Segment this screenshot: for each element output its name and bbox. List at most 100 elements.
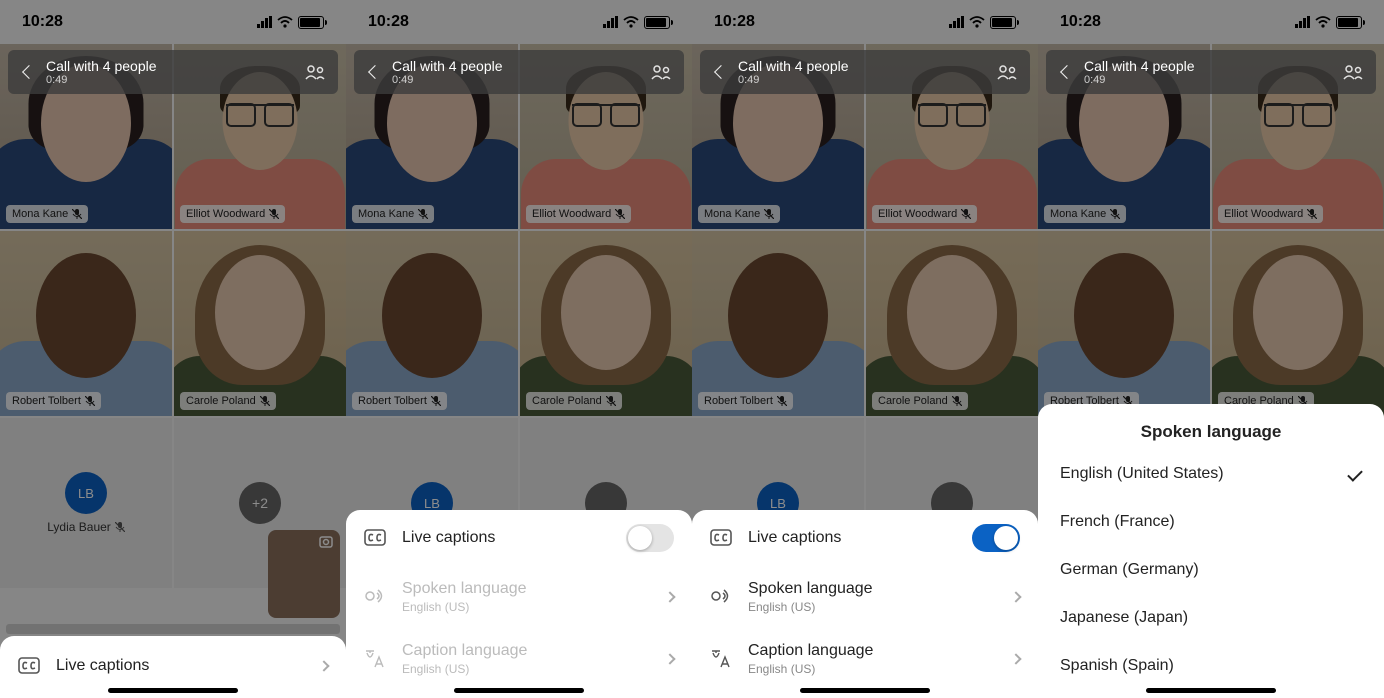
language-option[interactable]: Japanese (Japan): [1038, 594, 1384, 642]
call-title: Call with 4 people: [1084, 58, 1342, 75]
status-icons: [257, 16, 324, 29]
call-title: Call with 4 people: [392, 58, 650, 75]
status-time: 10:28: [714, 13, 755, 31]
home-indicator[interactable]: [454, 688, 584, 693]
captions-toggle[interactable]: [972, 524, 1020, 552]
battery-icon: [298, 16, 324, 29]
back-icon[interactable]: [368, 65, 382, 79]
check-icon: [1347, 466, 1363, 482]
participant-tile[interactable]: Robert Tolbert: [1038, 231, 1210, 416]
chevron-right-icon: [664, 591, 675, 602]
call-duration: 0:49: [392, 74, 650, 86]
wifi-icon: [1315, 16, 1331, 28]
participant-name-pill: Elliot Woodward: [872, 205, 977, 223]
live-captions-toggle-row[interactable]: Live captions: [346, 510, 692, 566]
self-video[interactable]: [268, 530, 340, 618]
back-icon[interactable]: [714, 65, 728, 79]
participant-tile[interactable]: Carole Poland: [1212, 231, 1384, 416]
participant-name-pill: Mona Kane: [1044, 205, 1126, 223]
participant-placeholder[interactable]: LB Lydia Bauer: [0, 418, 172, 588]
call-duration: 0:49: [738, 74, 996, 86]
status-icons: [603, 16, 670, 29]
avatar: LB: [65, 472, 107, 514]
mic-off-icon: [418, 209, 428, 219]
signal-icon: [603, 16, 618, 28]
call-title: Call with 4 people: [738, 58, 996, 75]
mic-off-icon: [260, 396, 270, 406]
back-icon[interactable]: [22, 65, 36, 79]
battery-icon: [1336, 16, 1362, 29]
mic-off-icon: [606, 396, 616, 406]
home-indicator[interactable]: [1146, 688, 1276, 693]
participant-tile[interactable]: Robert Tolbert: [0, 231, 172, 416]
home-indicator[interactable]: [800, 688, 930, 693]
signal-icon: [257, 16, 272, 28]
language-option[interactable]: Spanish (Spain): [1038, 642, 1384, 690]
wifi-icon: [969, 16, 985, 28]
placeholder-name: Lydia Bauer: [47, 520, 125, 534]
call-title: Call with 4 people: [46, 58, 304, 75]
live-captions-toggle-row[interactable]: Live captions: [692, 510, 1038, 566]
participant-name-pill: Carole Poland: [526, 392, 622, 410]
language-option[interactable]: English (United States): [1038, 450, 1384, 498]
status-time: 10:28: [22, 13, 63, 31]
caption-language-row: Caption languageEnglish (US): [346, 628, 692, 690]
call-header[interactable]: Call with 4 people 0:49: [354, 50, 684, 94]
screen-4: 10:28 Mona Kane Elliot Woodward Robert T…: [1038, 0, 1384, 698]
chevron-right-icon: [1010, 653, 1021, 664]
participant-tile[interactable]: Carole Poland: [174, 231, 346, 416]
battery-icon: [990, 16, 1016, 29]
signal-icon: [1295, 16, 1310, 28]
participant-tile[interactable]: Carole Poland: [520, 231, 692, 416]
people-icon[interactable]: [304, 63, 326, 81]
participant-name-pill: Mona Kane: [698, 205, 780, 223]
participant-name-pill: Carole Poland: [872, 392, 968, 410]
people-icon[interactable]: [1342, 63, 1364, 81]
people-icon[interactable]: [650, 63, 672, 81]
wifi-icon: [277, 16, 293, 28]
mic-off-icon: [1110, 209, 1120, 219]
mic-off-icon: [1307, 209, 1317, 219]
cc-icon: [18, 656, 40, 676]
language-option[interactable]: French (France): [1038, 498, 1384, 546]
participant-name-pill: Robert Tolbert: [698, 392, 793, 410]
screen-3: 10:28 Mona Kane Elliot Woodward Robert T…: [692, 0, 1038, 698]
call-header[interactable]: Call with 4 people 0:49: [700, 50, 1030, 94]
participant-tile[interactable]: Carole Poland: [866, 231, 1038, 416]
language-option[interactable]: German (Germany): [1038, 546, 1384, 594]
live-captions-row[interactable]: Live captions: [0, 642, 346, 690]
home-indicator[interactable]: [108, 688, 238, 693]
participant-name-pill: Carole Poland: [180, 392, 276, 410]
caption-language-row[interactable]: Caption languageEnglish (US): [692, 628, 1038, 690]
cc-icon: [710, 528, 732, 548]
participant-tile[interactable]: Robert Tolbert: [346, 231, 518, 416]
screen-1: 10:28 Mona Kane Elliot Woodward Robert T…: [0, 0, 346, 698]
spoken-language-row[interactable]: Spoken languageEnglish (US): [692, 566, 1038, 628]
status-icons: [949, 16, 1016, 29]
call-header[interactable]: Call with 4 people 0:49: [1046, 50, 1376, 94]
status-bar: 10:28: [692, 0, 1038, 44]
participant-grid: Mona Kane Elliot Woodward Robert Tolbert…: [1038, 44, 1384, 416]
participant-grid: Mona Kane Elliot Woodward Robert Tolbert…: [692, 44, 1038, 588]
mic-off-icon: [72, 209, 82, 219]
spoken-language-icon: [364, 587, 386, 607]
camera-icon: [319, 535, 335, 549]
people-icon[interactable]: [996, 63, 1018, 81]
participant-name-pill: Mona Kane: [352, 205, 434, 223]
mic-off-icon: [952, 396, 962, 406]
participant-tile[interactable]: Robert Tolbert: [692, 231, 864, 416]
status-icons: [1295, 16, 1362, 29]
wifi-icon: [623, 16, 639, 28]
caption-language-icon: [364, 649, 386, 669]
captions-settings-sheet: Live captions Spoken languageEnglish (US…: [692, 510, 1038, 698]
chevron-right-icon: [1010, 591, 1021, 602]
screen-2: 10:28 Mona Kane Elliot Woodward Robert T…: [346, 0, 692, 698]
battery-icon: [644, 16, 670, 29]
captions-toggle[interactable]: [626, 524, 674, 552]
participant-name-pill: Robert Tolbert: [352, 392, 447, 410]
call-header[interactable]: Call with 4 people 0:49: [8, 50, 338, 94]
back-icon[interactable]: [1060, 65, 1074, 79]
mic-off-icon: [85, 396, 95, 406]
chevron-right-icon: [318, 660, 329, 671]
mic-off-icon: [269, 209, 279, 219]
